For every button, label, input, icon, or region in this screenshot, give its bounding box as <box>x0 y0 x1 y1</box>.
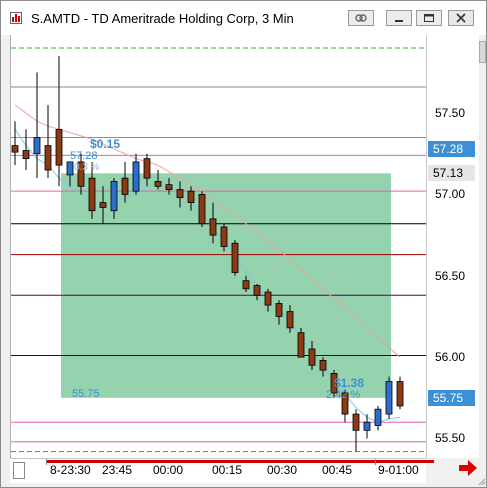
candle-body <box>385 381 393 415</box>
time-tick: 9-01:00 <box>378 463 419 477</box>
minimize-icon <box>395 20 403 22</box>
chart-window: S.AMTD - TD Ameritrade Holding Corp, 3 M… <box>0 0 487 488</box>
candle-body <box>275 303 283 317</box>
time-tick: 23:45 <box>102 463 133 477</box>
candle-body <box>132 161 140 192</box>
time-tick: 00:00 <box>153 463 184 477</box>
candle-body <box>308 348 316 366</box>
drawing-right-change: $1.38 <box>334 376 365 390</box>
candle-body <box>187 190 195 203</box>
link-button[interactable] <box>348 10 374 26</box>
scroll-handle[interactable] <box>13 462 25 479</box>
candle-body <box>264 291 272 306</box>
candle-body <box>220 226 228 247</box>
price-tick: 57.00 <box>435 187 466 202</box>
candle-body <box>253 285 261 296</box>
candle-body <box>55 128 63 166</box>
drawing-right-pct: 2.42 % <box>326 389 361 401</box>
time-axis[interactable]: 8-23:30 23:45 00:00 00:15 00:30 00:45 9-… <box>10 458 434 483</box>
candle-body <box>11 145 19 153</box>
price-badge: 55.75 <box>428 389 475 406</box>
time-separator <box>375 459 376 465</box>
right-scroll-strip <box>479 35 486 487</box>
maximize-button[interactable] <box>416 10 442 26</box>
time-tick: 8-23:30 <box>50 463 91 477</box>
price-tick: 56.00 <box>435 350 466 365</box>
close-button[interactable] <box>448 10 474 26</box>
price-tick: 55.50 <box>435 431 466 446</box>
candle-body <box>66 161 74 176</box>
drawing-bottom-price: 55.75 <box>72 388 100 400</box>
candle-body <box>165 184 173 190</box>
maximize-icon <box>424 14 434 22</box>
minimize-button[interactable] <box>386 10 412 26</box>
price-tick: 56.50 <box>435 268 466 283</box>
link-icon <box>355 14 367 22</box>
time-separator <box>46 459 47 465</box>
range-box <box>61 173 391 398</box>
price-axis[interactable]: 57.50 57.00 56.50 56.00 55.50 57.28 57.13 55.75 <box>426 35 479 458</box>
window-title: S.AMTD - TD Ameritrade Holding Corp, 3 M… <box>31 11 294 26</box>
chart-plot-area[interactable]: $0.15 57.28 0.3 % 55.75 $1.38 2.42 % <box>10 35 426 458</box>
candle-body <box>286 311 294 329</box>
price-badge: 57.28 <box>428 140 475 157</box>
price-tick: 57.50 <box>435 106 466 121</box>
candle-body <box>176 189 184 199</box>
candle-body <box>396 381 404 407</box>
drawing-top-change: $0.15 <box>90 137 121 151</box>
time-tick: 00:45 <box>322 463 353 477</box>
time-tick: 00:30 <box>267 463 298 477</box>
candle-body <box>374 408 382 426</box>
drawing-top-pct: 0.3 % <box>74 162 100 173</box>
candle-body <box>363 421 371 431</box>
candle-body <box>352 413 360 431</box>
chart-app-icon <box>10 12 22 24</box>
close-icon <box>456 13 466 23</box>
candle-body <box>99 202 107 208</box>
resize-grip-icon[interactable] <box>477 477 486 486</box>
candle-body <box>88 177 96 212</box>
drawing-top-price: 57.28 <box>70 150 98 162</box>
candle-body <box>209 218 217 236</box>
candle-body <box>198 194 206 225</box>
vertical-scroll-thumb[interactable] <box>479 41 486 63</box>
candle-body <box>242 280 250 290</box>
candle-body <box>297 332 305 358</box>
forward-arrow-icon[interactable] <box>458 459 478 477</box>
candle-body <box>110 181 118 212</box>
candle-body <box>121 177 129 195</box>
candle-body <box>44 145 52 171</box>
time-tick: 00:15 <box>212 463 243 477</box>
candle-body <box>319 359 327 371</box>
title-bar[interactable]: S.AMTD - TD Ameritrade Holding Corp, 3 M… <box>1 1 486 35</box>
candle-body <box>22 150 30 160</box>
candle-body <box>143 158 151 179</box>
price-badge: 57.13 <box>428 165 475 182</box>
candle-body <box>154 181 162 187</box>
candle-body <box>33 137 41 155</box>
candle-body <box>231 242 239 273</box>
